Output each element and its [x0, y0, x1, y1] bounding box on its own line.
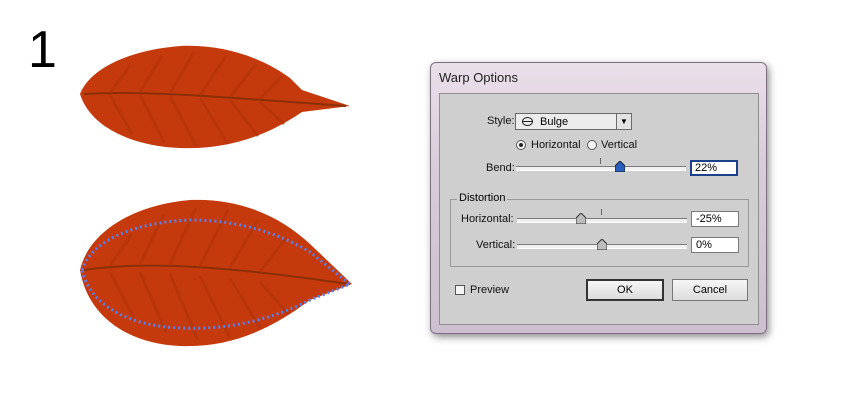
ok-button[interactable]: OK [586, 279, 664, 301]
distortion-vertical-slider-thumb[interactable] [597, 239, 607, 250]
chevron-down-icon[interactable]: ▼ [616, 114, 631, 129]
bend-slider-thumb[interactable] [614, 161, 625, 172]
style-selected-value: Bulge [540, 116, 569, 128]
leaf-warped [80, 199, 353, 347]
bend-slider-track[interactable] [516, 166, 686, 171]
preview-label[interactable]: Preview [470, 284, 509, 296]
distortion-horizontal-label: Horizontal: [461, 213, 514, 225]
bend-slider-center-mark [600, 158, 601, 164]
vertical-radio[interactable] [587, 140, 597, 150]
distortion-group: Distortion Horizontal: -25% Vertical: 0% [450, 192, 749, 267]
bend-label: Bend: [486, 162, 515, 174]
step-number: 1 [28, 21, 57, 79]
leaf-artwork [80, 45, 353, 347]
bulge-icon [522, 117, 533, 126]
style-dropdown[interactable]: Bulge ▼ [515, 113, 632, 130]
cancel-button[interactable]: Cancel [672, 279, 748, 301]
distortion-group-title: Distortion [457, 192, 508, 204]
dialog-title: Warp Options [439, 70, 518, 85]
distortion-horizontal-center-mark [601, 209, 602, 215]
vertical-radio-label[interactable]: Vertical [601, 139, 637, 151]
horizontal-radio-label[interactable]: Horizontal [531, 139, 581, 151]
distortion-vertical-label: Vertical: [476, 239, 516, 251]
warp-options-dialog: Warp Options Style: Bulge ▼ Horizontal V… [430, 62, 767, 334]
preview-checkbox[interactable] [455, 285, 465, 295]
bend-value-input[interactable]: 22% [690, 160, 738, 176]
distortion-horizontal-value-input[interactable]: -25% [691, 211, 739, 227]
style-label: Style: [487, 115, 515, 127]
distortion-vertical-value-input[interactable]: 0% [691, 237, 739, 253]
dialog-body: Style: Bulge ▼ Horizontal Vertical Bend:… [439, 93, 759, 325]
leaf-original [80, 45, 350, 149]
distortion-horizontal-slider-thumb[interactable] [575, 213, 586, 224]
horizontal-radio[interactable] [516, 140, 526, 150]
distortion-horizontal-slider-track[interactable] [517, 218, 687, 223]
